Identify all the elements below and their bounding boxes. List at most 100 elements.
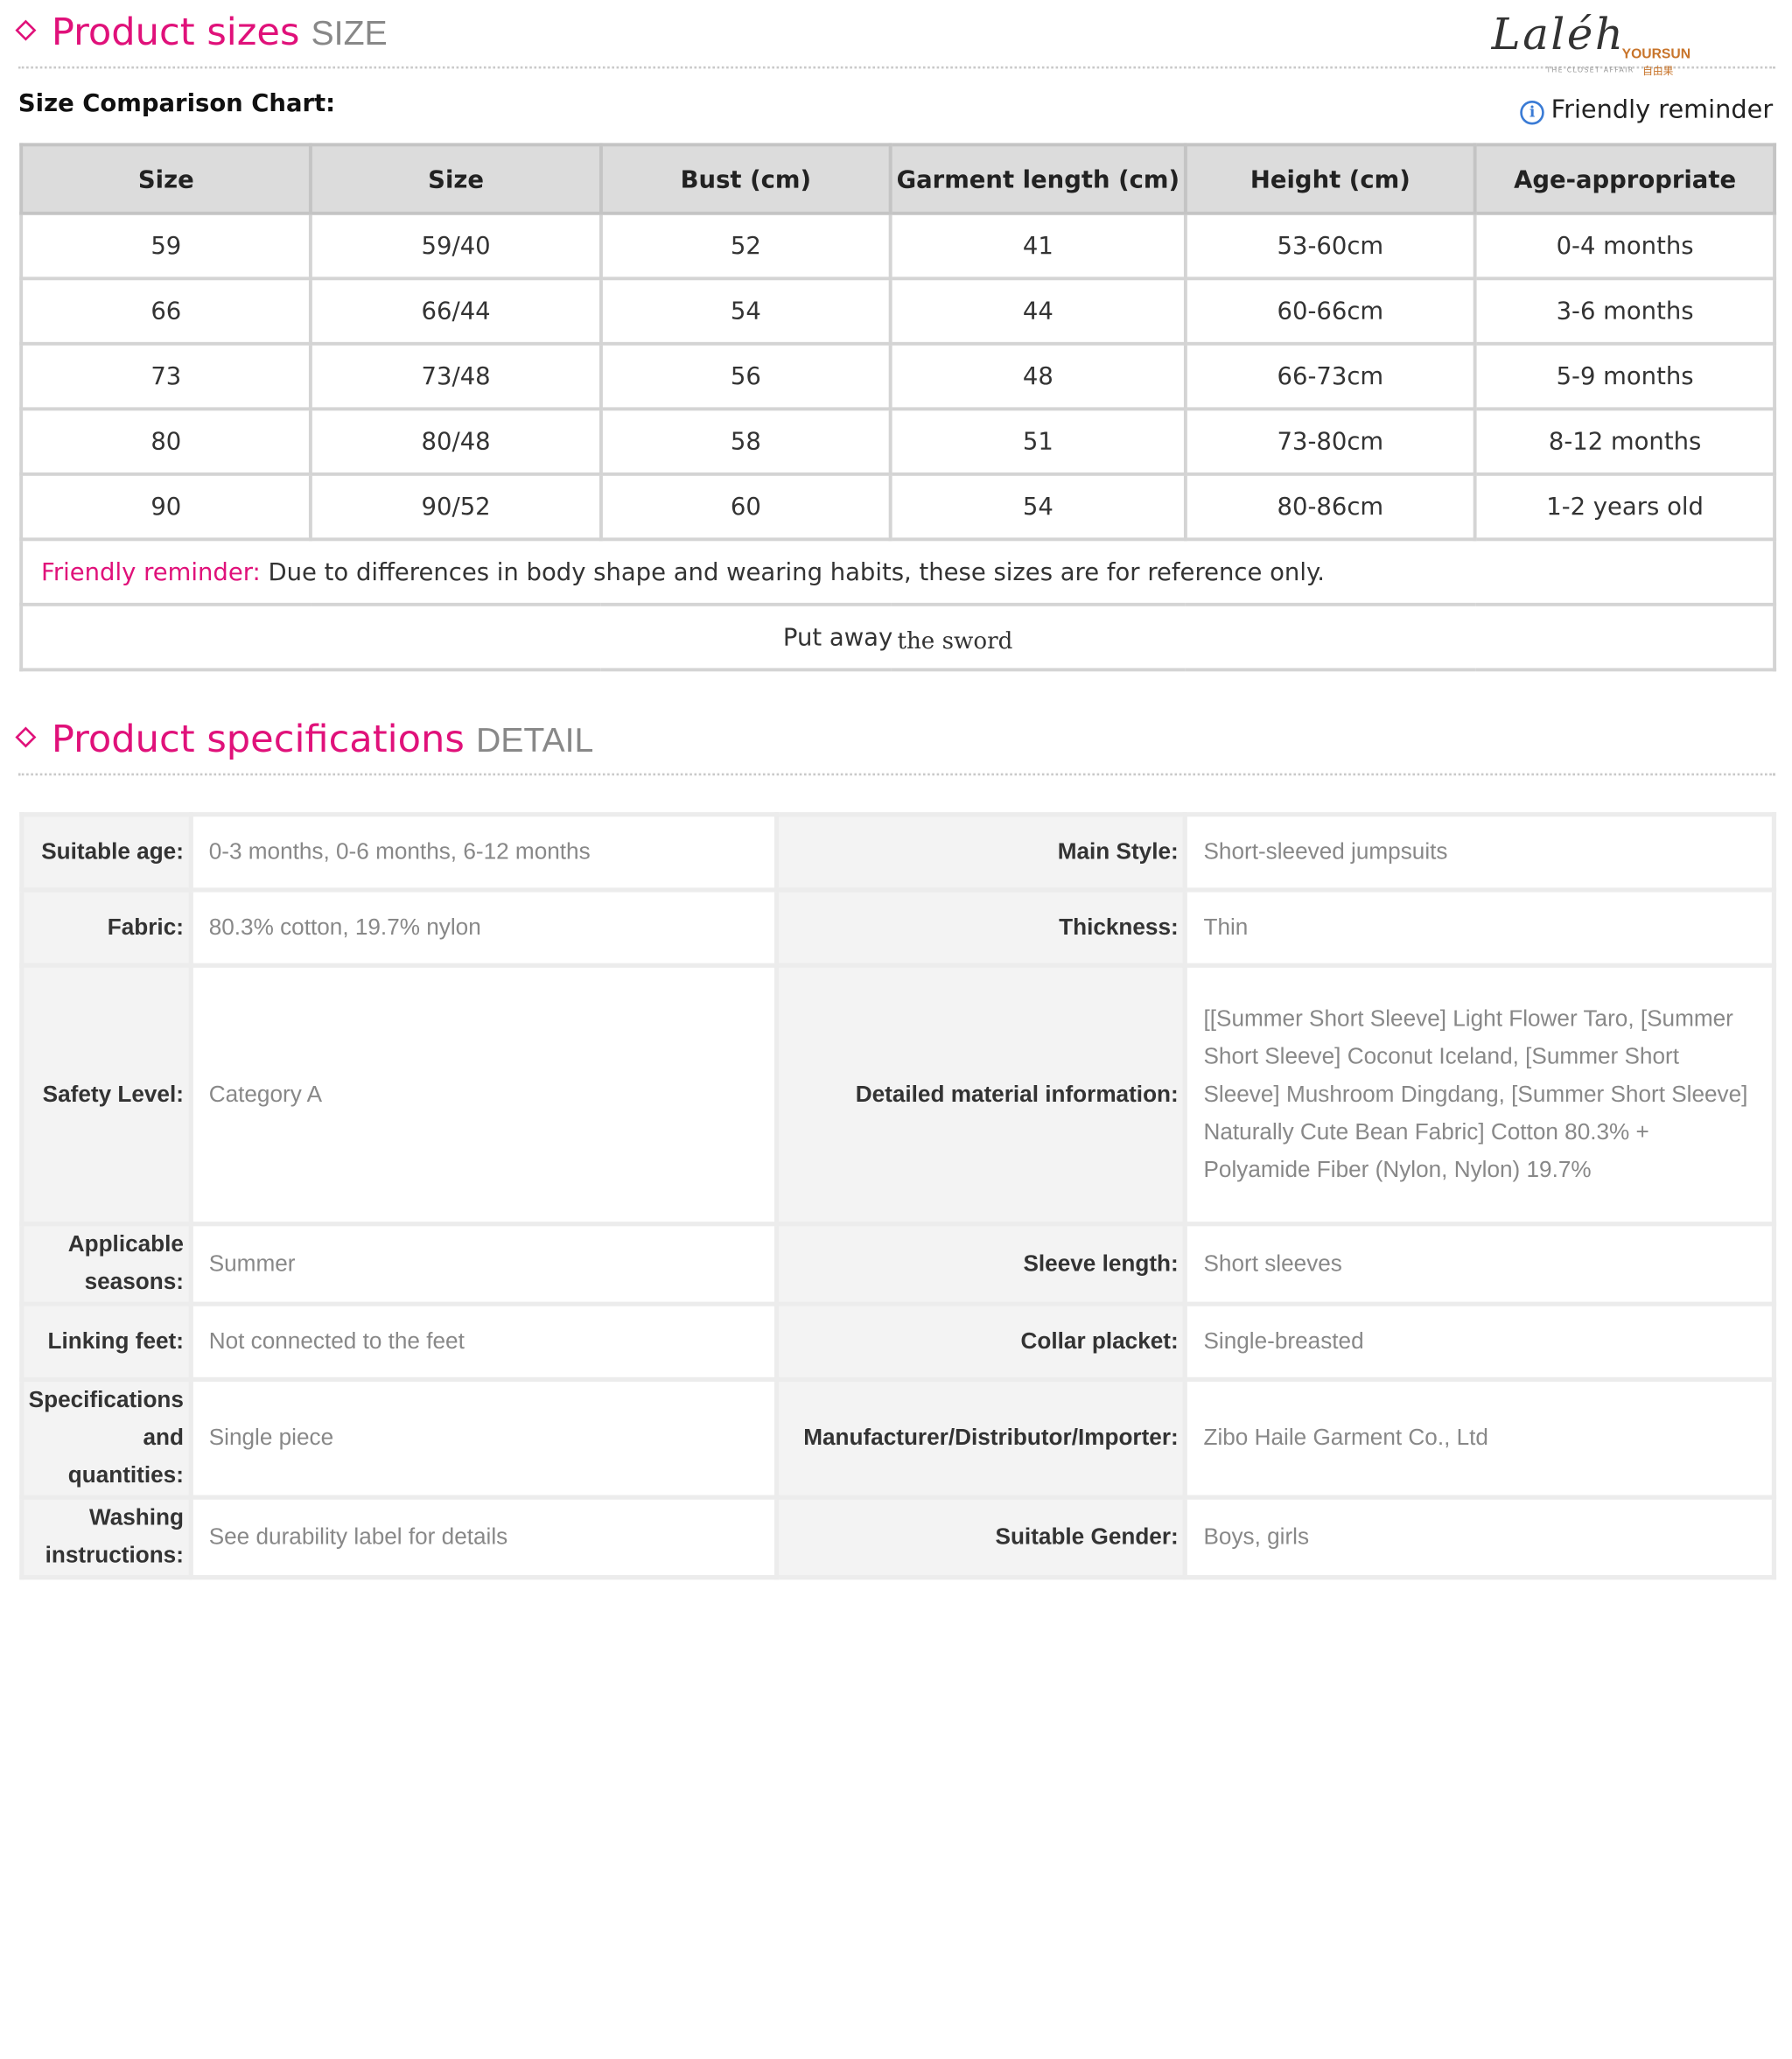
spec-label: Washing instructions: bbox=[19, 1495, 193, 1580]
table-cell: 52 bbox=[598, 211, 892, 281]
footer-cell: Put away the sword bbox=[19, 602, 1777, 672]
spec-label: Collar placket: bbox=[774, 1301, 1188, 1383]
spec-value: Single piece bbox=[188, 1376, 780, 1500]
spec-section-title: Product specifications bbox=[51, 716, 465, 761]
spec-value: Boys, girls bbox=[1182, 1495, 1777, 1580]
spec-row: Suitable age: 0-3 months, 0-6 months, 6-… bbox=[19, 812, 1777, 893]
size-section-subtitle: SIZE bbox=[311, 14, 388, 53]
table-cell: 58 bbox=[598, 407, 892, 476]
table-cell: 0-4 months bbox=[1474, 211, 1777, 281]
reminder-row: Friendly reminder: Due to differences in… bbox=[19, 537, 1777, 606]
table-row: 90 90/52 60 54 80-86cm 1-2 years old bbox=[19, 472, 1777, 542]
spec-label: Manufacturer/Distributor/Importer: bbox=[774, 1376, 1188, 1500]
size-table: Size Size Bust (cm) Garment length (cm) … bbox=[19, 143, 1777, 672]
table-cell: 73 bbox=[19, 341, 313, 411]
spec-label: Linking feet: bbox=[19, 1301, 193, 1383]
table-cell: 60 bbox=[598, 472, 892, 542]
spec-row: Safety Level: Category A Detailed materi… bbox=[19, 963, 1777, 1227]
table-cell: 41 bbox=[889, 211, 1187, 281]
table-cell: 56 bbox=[598, 341, 892, 411]
table-cell: 80 bbox=[19, 407, 313, 476]
spec-label: Detailed material information: bbox=[774, 963, 1188, 1227]
info-icon: i bbox=[1520, 101, 1544, 125]
header-age: Age-appropriate bbox=[1474, 143, 1777, 215]
spec-section-subtitle: DETAIL bbox=[475, 721, 594, 760]
spec-label: Suitable age: bbox=[19, 812, 193, 893]
spec-value: Single-breasted bbox=[1182, 1301, 1777, 1383]
table-cell: 60-66cm bbox=[1183, 277, 1477, 346]
spec-value: See durability label for details bbox=[188, 1495, 780, 1580]
table-cell: 90/52 bbox=[309, 472, 603, 542]
spec-value: [[Summer Short Sleeve] Light Flower Taro… bbox=[1182, 963, 1777, 1227]
spec-row: Fabric: 80.3% cotton, 19.7% nylon Thickn… bbox=[19, 887, 1777, 968]
table-cell: 59/40 bbox=[309, 211, 603, 281]
logo-brand-cn: 自由果 bbox=[1642, 66, 1674, 78]
table-cell: 90 bbox=[19, 472, 313, 542]
size-table-header-row: Size Size Bust (cm) Garment length (cm) … bbox=[19, 143, 1777, 215]
spec-row: Applicable seasons: Summer Sleeve length… bbox=[19, 1222, 1777, 1306]
friendly-reminder-link[interactable]: i Friendly reminder bbox=[1520, 96, 1773, 125]
table-cell: 8-12 months bbox=[1474, 407, 1777, 476]
diamond-icon bbox=[15, 19, 37, 41]
logo-brand: YOURSUN bbox=[1621, 46, 1691, 62]
spec-value: Category A bbox=[188, 963, 780, 1227]
reminder-note-text: Due to differences in body shape and wea… bbox=[260, 557, 1326, 586]
size-section-header: Product sizes SIZE bbox=[15, 9, 388, 54]
table-cell: 59 bbox=[19, 211, 313, 281]
brand-logo: Laléh THE CLOSET AFFAIR YOURSUN 自由果 bbox=[1487, 9, 1715, 82]
spec-label: Specifications and quantities: bbox=[19, 1376, 193, 1500]
spec-row: Linking feet: Not connected to the feet … bbox=[19, 1301, 1777, 1383]
size-section-title: Product sizes bbox=[51, 9, 300, 54]
header-height: Height (cm) bbox=[1183, 143, 1477, 215]
table-cell: 73-80cm bbox=[1183, 407, 1477, 476]
table-cell: 73/48 bbox=[309, 341, 603, 411]
spec-value: 80.3% cotton, 19.7% nylon bbox=[188, 887, 780, 968]
table-cell: 53-60cm bbox=[1183, 211, 1477, 281]
spec-label: Safety Level: bbox=[19, 963, 193, 1227]
spec-value: Short sleeves bbox=[1182, 1222, 1777, 1306]
spec-value: Zibo Haile Garment Co., Ltd bbox=[1182, 1376, 1777, 1500]
spec-row: Specifications and quantities: Single pi… bbox=[19, 1376, 1777, 1500]
spec-value: Summer bbox=[188, 1222, 780, 1306]
spec-value: Thin bbox=[1182, 887, 1777, 968]
page: Product sizes SIZE Laléh THE CLOSET AFFA… bbox=[0, 0, 1792, 2059]
friendly-reminder-label: Friendly reminder bbox=[1550, 95, 1774, 125]
size-chart-title: Size Comparison Chart: bbox=[18, 88, 336, 117]
table-row: 80 80/48 58 51 73-80cm 8-12 months bbox=[19, 407, 1777, 476]
header-bust: Bust (cm) bbox=[598, 143, 892, 215]
header-size-alt: Size bbox=[309, 143, 603, 215]
table-cell: 51 bbox=[889, 407, 1187, 476]
footer-text-b: the sword bbox=[897, 627, 1013, 655]
footer-row: Put away the sword bbox=[19, 602, 1777, 672]
spec-value: Not connected to the feet bbox=[188, 1301, 780, 1383]
diamond-icon bbox=[15, 726, 37, 748]
table-cell: 3-6 months bbox=[1474, 277, 1777, 346]
spec-label: Sleeve length: bbox=[774, 1222, 1188, 1306]
table-cell: 48 bbox=[889, 341, 1187, 411]
table-cell: 66 bbox=[19, 277, 313, 346]
reminder-note-label: Friendly reminder: bbox=[41, 557, 261, 586]
table-cell: 66-73cm bbox=[1183, 341, 1477, 411]
spec-label: Fabric: bbox=[19, 887, 193, 968]
logo-tagline: THE CLOSET AFFAIR bbox=[1546, 66, 1634, 74]
reminder-cell: Friendly reminder: Due to differences in… bbox=[19, 537, 1777, 606]
table-cell: 54 bbox=[598, 277, 892, 346]
spec-value: 0-3 months, 0-6 months, 6-12 months bbox=[188, 812, 780, 893]
dotted-divider bbox=[18, 773, 1775, 776]
table-cell: 80/48 bbox=[309, 407, 603, 476]
spec-label: Suitable Gender: bbox=[774, 1495, 1188, 1580]
table-cell: 5-9 months bbox=[1474, 341, 1777, 411]
spec-section-header: Product specifications DETAIL bbox=[15, 716, 594, 761]
spec-label: Main Style: bbox=[774, 812, 1188, 893]
spec-row: Washing instructions: See durability lab… bbox=[19, 1495, 1777, 1580]
table-row: 59 59/40 52 41 53-60cm 0-4 months bbox=[19, 211, 1777, 281]
table-cell: 80-86cm bbox=[1183, 472, 1477, 542]
spec-value: Short-sleeved jumpsuits bbox=[1182, 812, 1777, 893]
table-row: 66 66/44 54 44 60-66cm 3-6 months bbox=[19, 277, 1777, 346]
table-row: 73 73/48 56 48 66-73cm 5-9 months bbox=[19, 341, 1777, 411]
header-garment-length: Garment length (cm) bbox=[889, 143, 1187, 215]
table-cell: 1-2 years old bbox=[1474, 472, 1777, 542]
spec-label: Applicable seasons: bbox=[19, 1222, 193, 1306]
footer-text-a: Put away bbox=[782, 623, 893, 651]
header-size: Size bbox=[19, 143, 313, 215]
